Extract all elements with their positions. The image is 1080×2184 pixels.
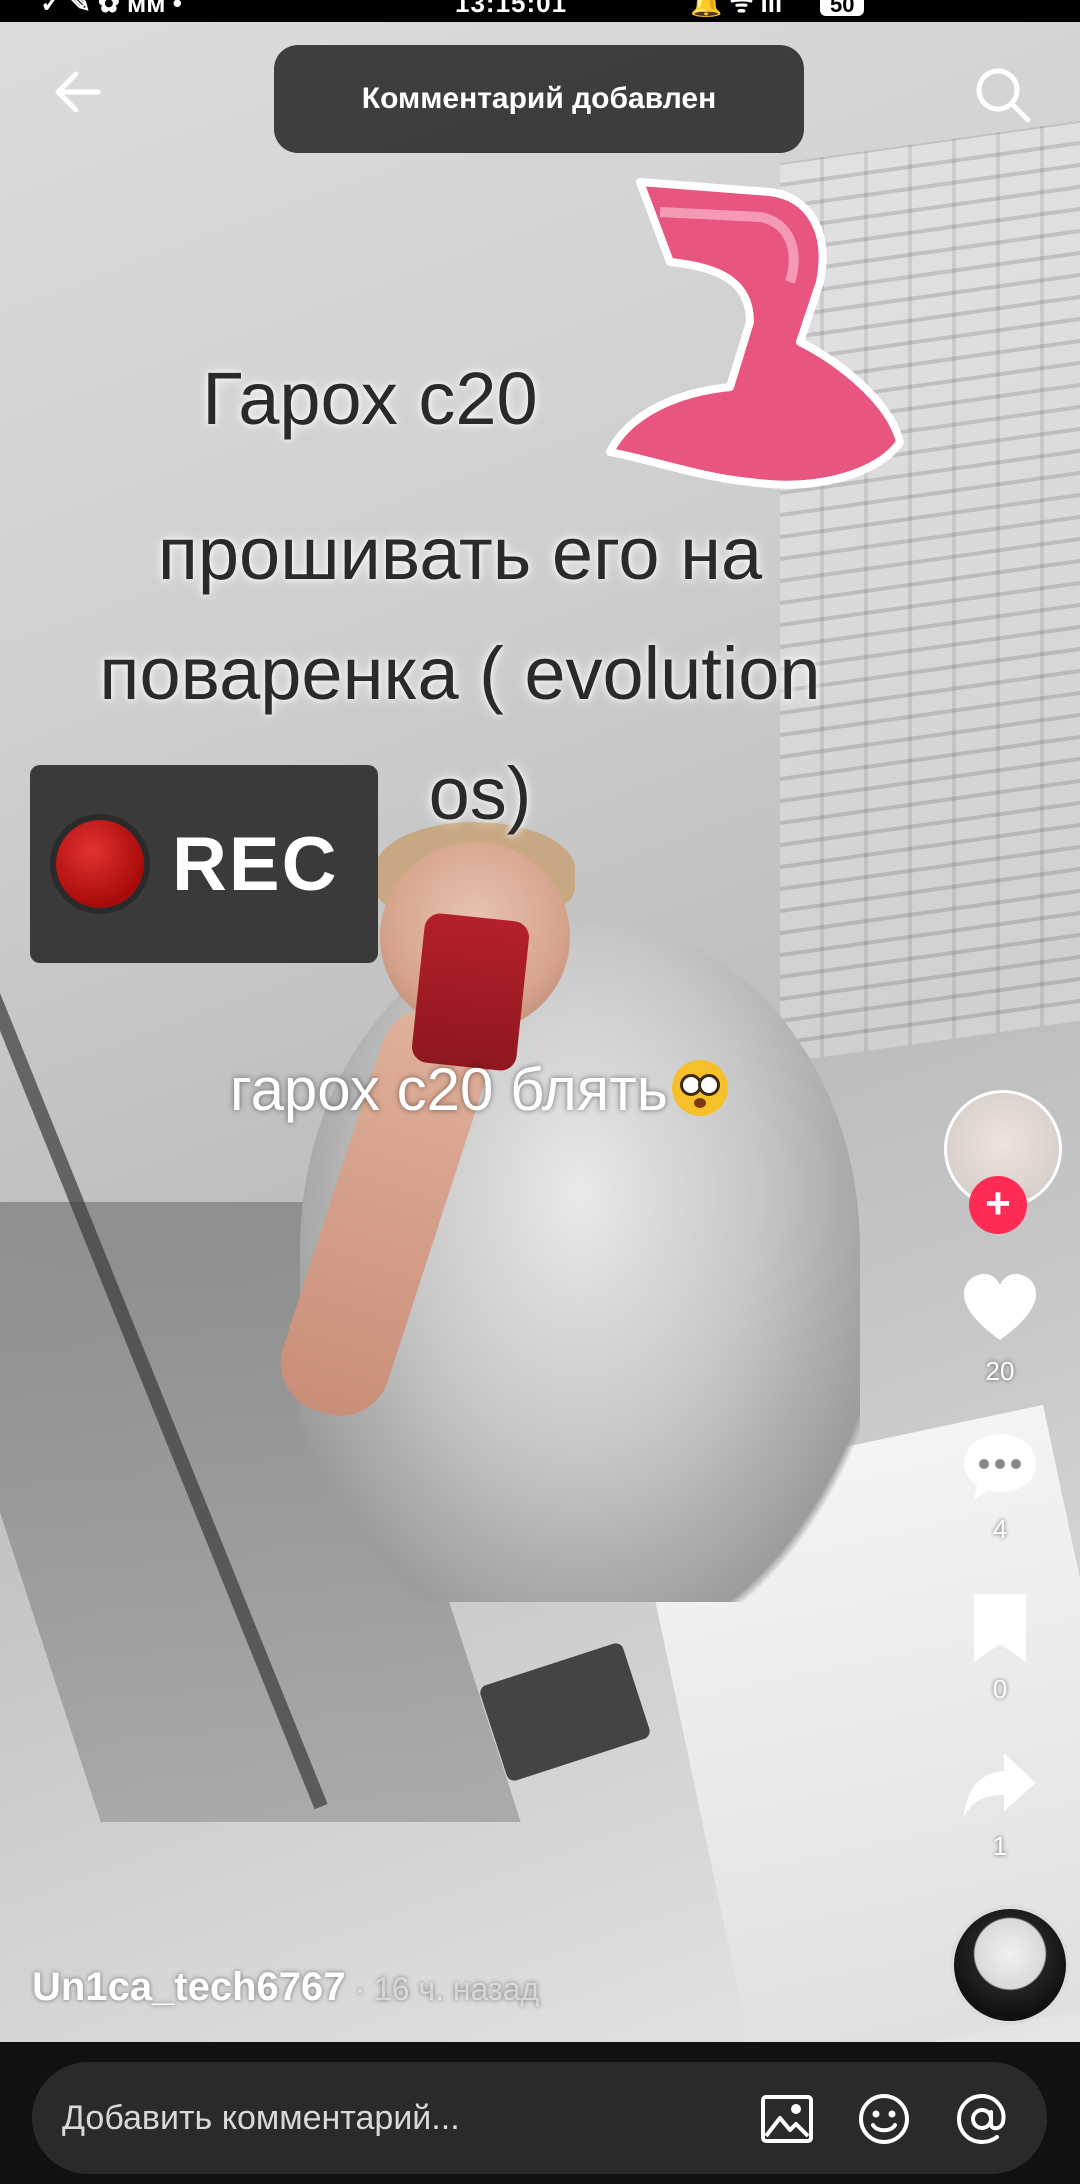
share-count: 1: [992, 1831, 1008, 1861]
back-button[interactable]: [48, 62, 108, 122]
comment-icon: [964, 1434, 1036, 1500]
caption-line-2: прошивать его на: [157, 512, 763, 595]
flushed-face-emoji-icon: [672, 1060, 728, 1116]
comment-button[interactable]: 4: [940, 1428, 1060, 1545]
emoji-button[interactable]: [857, 2092, 911, 2146]
share-button[interactable]: 1: [940, 1745, 1060, 1862]
comment-count: 4: [992, 1514, 1008, 1544]
record-dot-icon: [50, 814, 150, 914]
status-left-indicators: ✓ ✎ ✿ мм •: [40, 0, 182, 18]
image-button[interactable]: [760, 2092, 814, 2146]
comment-bar: Добавить комментарий...: [0, 2042, 1080, 2184]
like-count: 20: [985, 1356, 1015, 1386]
post-time-ago: · 16 ч. назад: [345, 1971, 540, 2007]
share-icon: [964, 1753, 1036, 1817]
search-button[interactable]: [970, 62, 1036, 128]
battery-badge: 50: [820, 0, 865, 16]
rec-label: REC: [172, 821, 339, 907]
status-time: 13:15:01: [455, 0, 568, 18]
comment-overlay: гарох с20 блять: [230, 1055, 728, 1124]
status-right-indicators: 🔔 ᯤ ıll: [690, 0, 783, 18]
caption-line-1: Гарох с20: [202, 357, 538, 440]
bookmark-icon: [974, 1594, 1026, 1662]
follow-button[interactable]: +: [969, 1176, 1027, 1234]
mention-button[interactable]: [955, 2092, 1009, 2146]
video-player[interactable]: [0, 22, 1080, 2042]
music-disc[interactable]: [950, 1905, 1070, 2025]
caption-line-3: поваренка ( evolution: [99, 632, 821, 715]
back-arrow-icon: [55, 71, 101, 113]
author-username[interactable]: Un1ca_tech6767: [32, 1965, 346, 2009]
red-phone: [410, 911, 531, 1073]
emoji-icon: [859, 2094, 909, 2144]
mention-icon: [956, 2093, 1006, 2145]
bicep-sticker: [606, 178, 904, 489]
heart-icon: [964, 1274, 1036, 1340]
comment-overlay-text: гарох с20 блять: [230, 1056, 668, 1123]
image-icon: [761, 2095, 813, 2143]
search-icon: [976, 68, 1031, 123]
author-info: Un1ca_tech6767 · 16 ч. назад: [32, 1965, 539, 2010]
toast-comment-added: Комментарий добавлен: [274, 45, 804, 153]
status-bar: ✓ ✎ ✿ мм • 13:15:01 🔔 ᯤ ıll 50: [0, 0, 1080, 22]
follow-plus-icon: +: [985, 1179, 1011, 1228]
rec-sticker: REC: [30, 765, 378, 963]
bookmark-count: 0: [992, 1674, 1008, 1704]
bookmark-button[interactable]: 0: [940, 1588, 1060, 1705]
like-button[interactable]: 20: [940, 1270, 1060, 1387]
